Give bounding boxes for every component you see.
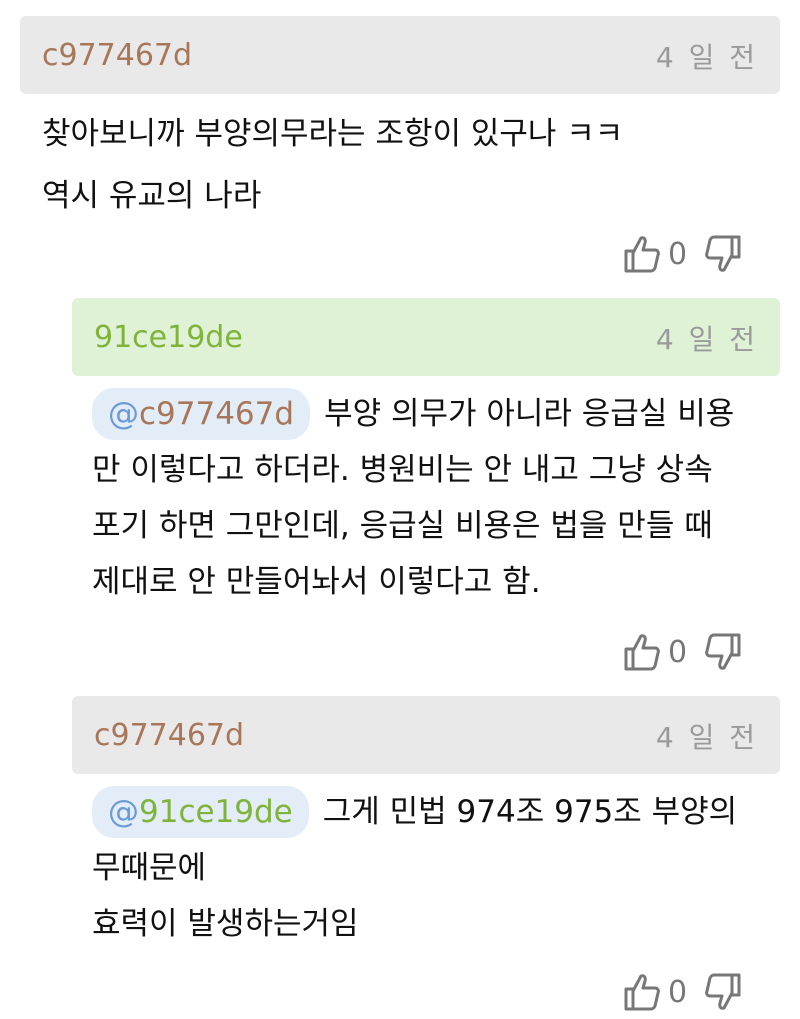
comment-text-line: 효력이 발생하는거임	[92, 906, 359, 942]
comment-text-line: @c977467d 부양 의무가 아니라 응급실 비용	[92, 386, 782, 442]
thumbs-up-icon	[622, 632, 660, 672]
thumbs-up-icon	[622, 972, 660, 1012]
comment-header: 91ce19de 4 일 전	[72, 298, 780, 376]
vote-bar: 0	[622, 234, 743, 274]
comment-text: 부양 의무가 아니라 응급실 비용	[324, 396, 735, 432]
thumbs-down-icon	[705, 234, 743, 274]
comment-body: 찾아보니까 부양의무라는 조항이 있구나 ㅋㅋ 역시 유교의 나라	[42, 106, 762, 224]
comment-timestamp: 4 일 전	[655, 323, 758, 356]
thumbs-up-icon	[622, 234, 660, 274]
comment-text-line: 만 이렇다고 하더라. 병원비는 안 내고 그냥 상속	[92, 452, 713, 488]
thumbs-down-icon	[705, 972, 743, 1012]
vote-bar: 0	[622, 972, 743, 1012]
comment-text: 그게 민법 974조 975조 부양의	[322, 794, 738, 830]
dislike-button[interactable]	[705, 632, 743, 672]
dislike-button[interactable]	[705, 972, 743, 1012]
thumbs-down-icon	[705, 632, 743, 672]
comment-text-line: 역시 유교의 나라	[42, 178, 262, 214]
comment-text-line: 무때문에	[92, 850, 207, 886]
comment-body: @91ce19de 그게 민법 974조 975조 부양의 무때문에 효력이 발생…	[92, 784, 782, 952]
comment: c977467d 4 일 전 찾아보니까 부양의무라는 조항이 있구나 ㅋㅋ 역…	[0, 0, 800, 290]
mention-username: c977467d	[139, 396, 295, 432]
comment-header: c977467d 4 일 전	[20, 16, 780, 94]
mention-chip[interactable]: @91ce19de	[92, 786, 309, 838]
comment-username[interactable]: c977467d	[42, 38, 192, 73]
comment-text-line: 찾아보니까 부양의무라는 조항이 있구나 ㅋㅋ	[42, 116, 624, 152]
comment-username[interactable]: 91ce19de	[94, 320, 243, 355]
like-count: 0	[668, 974, 688, 1010]
comment-text-line: @91ce19de 그게 민법 974조 975조 부양의	[92, 784, 782, 840]
comment-text-line: 포기 하면 그만인데, 응급실 비용은 법을 만들 때	[92, 508, 713, 544]
mention-at-sign: @	[108, 794, 139, 830]
mention-username: 91ce19de	[139, 794, 293, 830]
like-button[interactable]	[622, 234, 660, 274]
mention-at-sign: @	[108, 396, 139, 432]
dislike-button[interactable]	[705, 234, 743, 274]
comment-body: @c977467d 부양 의무가 아니라 응급실 비용 만 이렇다고 하더라. 병…	[92, 386, 782, 610]
mention-chip[interactable]: @c977467d	[92, 388, 311, 440]
comment-timestamp: 4 일 전	[655, 41, 758, 74]
like-count: 0	[668, 236, 688, 272]
like-button[interactable]	[622, 972, 660, 1012]
comment-username[interactable]: c977467d	[94, 718, 244, 753]
comment-header: c977467d 4 일 전	[72, 696, 780, 774]
comment-text-line: 제대로 안 만들어놔서 이렇다고 함.	[92, 564, 541, 600]
like-button[interactable]	[622, 632, 660, 672]
comment-timestamp: 4 일 전	[655, 721, 758, 754]
like-count: 0	[668, 634, 688, 670]
vote-bar: 0	[622, 632, 743, 672]
